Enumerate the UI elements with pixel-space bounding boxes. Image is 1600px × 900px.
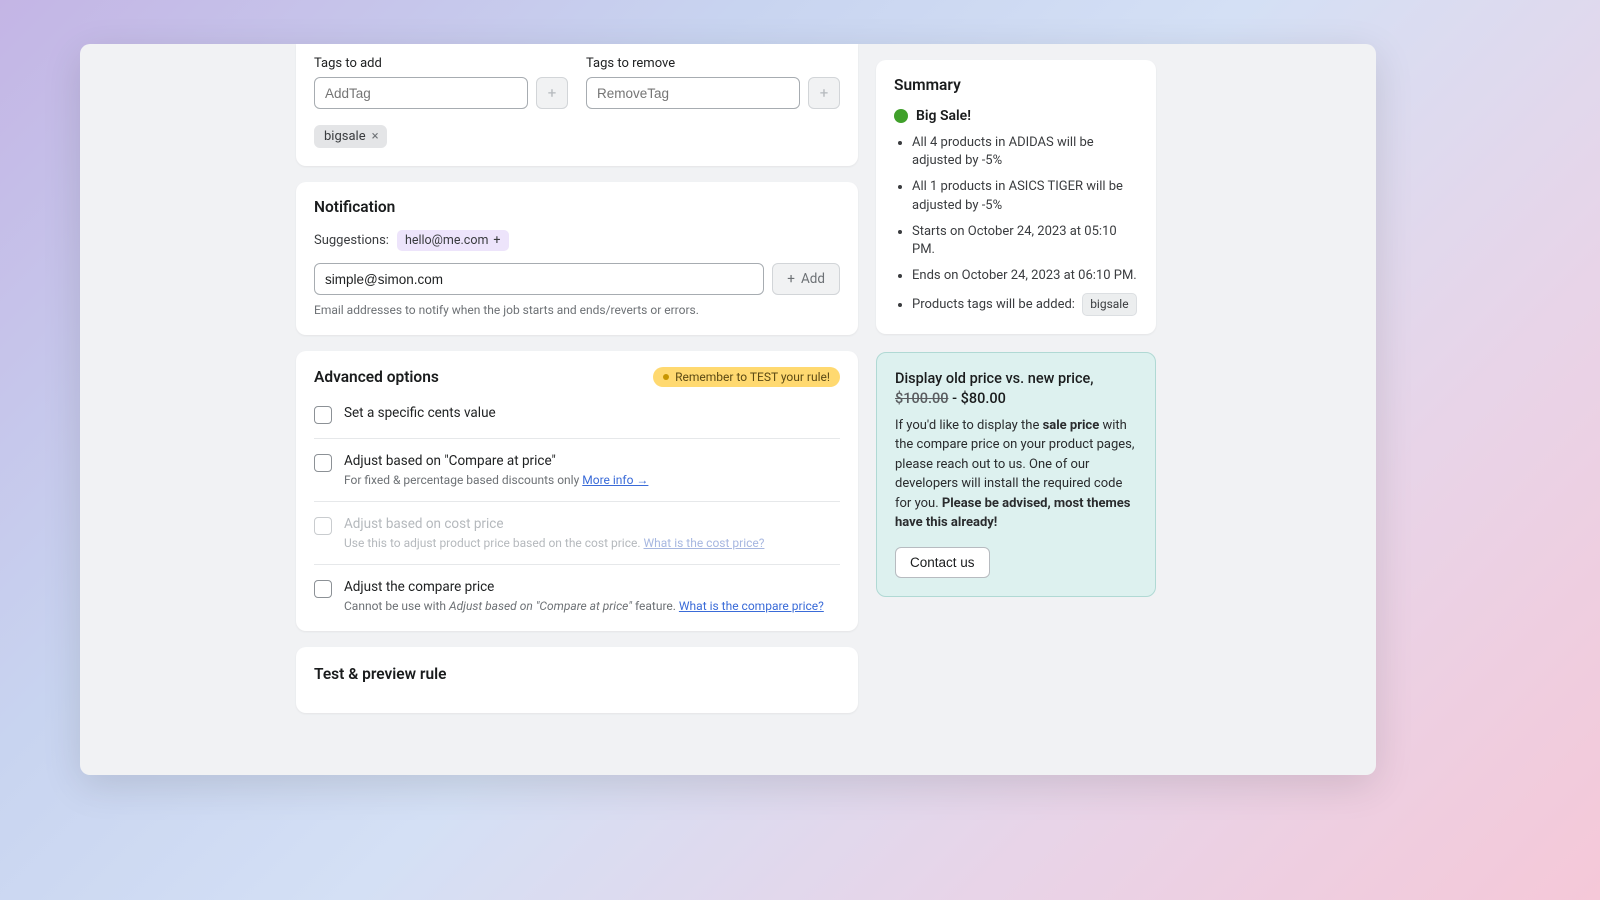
info-card: Display old price vs. new price, $100.00… [876, 352, 1156, 597]
main-column: Tags to add + bigsale × [296, 44, 858, 757]
tags-row: Tags to add + bigsale × [314, 56, 840, 148]
summary-bullets: All 4 products in ADIDAS will be adjuste… [894, 134, 1138, 316]
tags-remove-label: Tags to remove [586, 56, 840, 71]
compare-price-link[interactable]: What is the compare price? [679, 599, 824, 613]
advanced-title: Advanced options [314, 368, 439, 386]
status-dot-icon [894, 109, 908, 123]
summary-bullet: Ends on October 24, 2023 at 06:10 PM. [912, 267, 1138, 285]
suggestions-label: Suggestions: [314, 233, 389, 248]
option-compare-at-price-sub: For fixed & percentage based discounts o… [344, 473, 840, 487]
tag-chip[interactable]: bigsale × [314, 125, 387, 148]
option-cents-value: Set a specific cents value [314, 401, 840, 438]
option-compare-at-price: Adjust based on "Compare at price" For f… [314, 438, 840, 501]
tags-remove-input[interactable] [586, 77, 800, 109]
notification-title: Notification [314, 198, 840, 216]
plus-icon: + [820, 84, 829, 102]
status-title: Big Sale! [916, 108, 971, 124]
checkbox-compare-at-price[interactable] [314, 454, 332, 472]
summary-bullet: All 1 products in ASICS TIGER will be ad… [912, 178, 1138, 214]
add-button-label: Add [801, 271, 825, 287]
side-column: Summary Big Sale! All 4 products in ADID… [876, 44, 1156, 757]
suggestions-row: Suggestions: hello@me.com + [314, 230, 840, 251]
status-row: Big Sale! [894, 108, 1138, 124]
plus-icon: + [787, 271, 795, 287]
summary-title: Summary [894, 76, 1138, 94]
info-body: If you'd like to display the sale price … [895, 416, 1137, 533]
more-info-link[interactable]: More info → [582, 473, 648, 487]
summary-bullet: All 4 products in ADIDAS will be adjuste… [912, 134, 1138, 170]
cost-price-link[interactable]: What is the cost price? [644, 536, 765, 550]
summary-bullet: Starts on October 24, 2023 at 05:10 PM. [912, 223, 1138, 259]
tags-remove-plus-button[interactable]: + [808, 77, 840, 109]
suggestion-chip-text: hello@me.com [405, 233, 488, 248]
advanced-options-card: Advanced options Remember to TEST your r… [296, 351, 858, 631]
notification-card: Notification Suggestions: hello@me.com +… [296, 182, 858, 335]
summary-bullet-tags: Products tags will be added: bigsale [912, 293, 1138, 316]
tags-card: Tags to add + bigsale × [296, 44, 858, 166]
tags-add-col: Tags to add + bigsale × [314, 56, 568, 148]
app-frame: Tags to add + bigsale × [80, 44, 1376, 775]
option-cents-value-title: Set a specific cents value [344, 405, 840, 421]
checkbox-cost-price [314, 517, 332, 535]
option-cost-price-sub: Use this to adjust product price based o… [344, 536, 840, 550]
plus-icon: + [493, 233, 500, 248]
option-cost-price-title: Adjust based on cost price [344, 516, 840, 532]
tag-chip-label: bigsale [324, 129, 366, 144]
new-price: $80.00 [961, 390, 1006, 407]
notification-add-button[interactable]: + Add [772, 263, 840, 295]
checkbox-adjust-compare-price[interactable] [314, 580, 332, 598]
option-adjust-compare-price-title: Adjust the compare price [344, 579, 840, 595]
old-price: $100.00 [895, 390, 948, 407]
option-adjust-compare-price-sub: Cannot be use with Adjust based on "Comp… [344, 599, 840, 613]
tags-add-label: Tags to add [314, 56, 568, 71]
warning-dot-icon [663, 374, 669, 380]
plus-icon: + [548, 84, 557, 102]
tags-remove-col: Tags to remove + [586, 56, 840, 148]
option-compare-at-price-title: Adjust based on "Compare at price" [344, 453, 840, 469]
notification-help-text: Email addresses to notify when the job s… [314, 303, 840, 317]
tags-add-plus-button[interactable]: + [536, 77, 568, 109]
suggestion-chip[interactable]: hello@me.com + [397, 230, 509, 251]
notification-email-input[interactable] [314, 263, 764, 295]
contact-us-button[interactable]: Contact us [895, 547, 990, 578]
test-preview-card: Test & preview rule [296, 647, 858, 713]
content-area: Tags to add + bigsale × [296, 44, 1376, 775]
test-preview-title: Test & preview rule [314, 665, 840, 683]
option-cost-price: Adjust based on cost price Use this to a… [314, 501, 840, 564]
test-rule-badge: Remember to TEST your rule! [653, 367, 840, 387]
info-title: Display old price vs. new price, $100.00… [895, 369, 1137, 410]
summary-tag-chip: bigsale [1082, 293, 1136, 316]
summary-card: Summary Big Sale! All 4 products in ADID… [876, 60, 1156, 334]
tag-chip-remove-icon[interactable]: × [372, 129, 379, 144]
option-adjust-compare-price: Adjust the compare price Cannot be use w… [314, 564, 840, 627]
checkbox-cents-value[interactable] [314, 406, 332, 424]
test-rule-badge-text: Remember to TEST your rule! [675, 370, 830, 384]
tags-add-input[interactable] [314, 77, 528, 109]
